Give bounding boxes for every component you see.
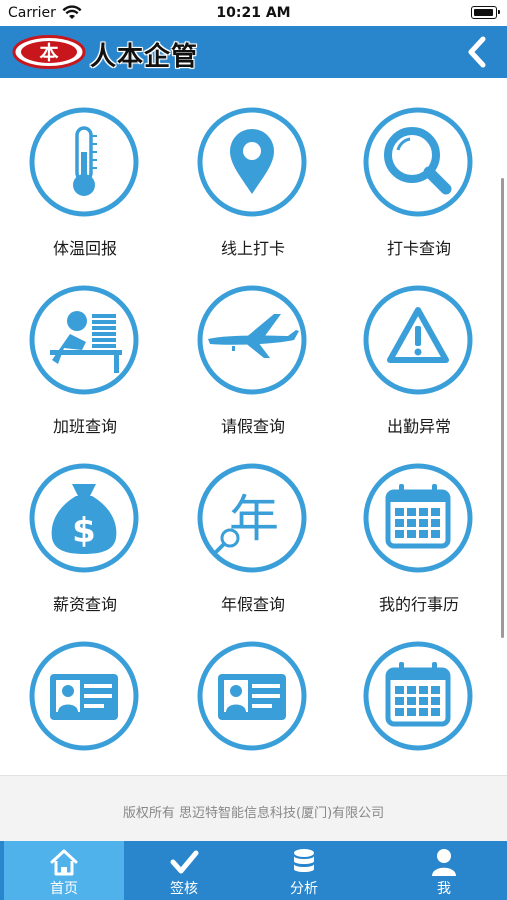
airplane-icon (197, 285, 307, 395)
calendar-icon (363, 641, 473, 751)
app-title: 人本企管 (90, 42, 199, 72)
database-icon (294, 849, 314, 872)
annual-leave-icon: 年 (197, 463, 307, 573)
menu-item-id-card[interactable] (168, 612, 338, 775)
battery-icon (471, 6, 500, 19)
tab-me[interactable]: 我 (384, 841, 504, 900)
menu-item-my-calendar[interactable]: 我的行事历 (334, 434, 504, 614)
menu-item-attendance-exception[interactable]: 出勤异常 (334, 256, 504, 436)
tab-home[interactable]: 首页 (4, 841, 124, 900)
money-bag-icon: $ (29, 463, 139, 573)
home-icon (50, 849, 78, 876)
menu-item-overtime-query[interactable]: 加班查询 (0, 256, 170, 436)
menu-item-temperature[interactable]: 体温回报 (0, 78, 170, 258)
menu-grid: 体温回报 线上打卡 打卡查询 加班查询 请假查询 出勤异常 $ 薪资查询 年 年… (0, 78, 507, 775)
tab-label: 我 (437, 881, 451, 897)
id-card-icon (29, 641, 139, 751)
tab-label: 签核 (170, 881, 198, 897)
menu-item-calendar[interactable] (334, 612, 504, 775)
user-icon (432, 849, 456, 876)
menu-item-online-clock-in[interactable]: 线上打卡 (168, 78, 338, 258)
location-pin-icon (197, 107, 307, 217)
overtime-desk-icon (29, 285, 139, 395)
tab-label: 首页 (50, 881, 78, 897)
status-bar: Carrier 10:21 AM (0, 0, 507, 26)
menu-item-annual-leave-query[interactable]: 年 年假查询 (168, 434, 338, 614)
tab-bar: 首页 签核 分析 我 (0, 841, 507, 900)
menu-item-salary-query[interactable]: $ 薪资查询 (0, 434, 170, 614)
svg-text:本: 本 (39, 41, 58, 64)
company-logo: 本 (12, 35, 86, 69)
clock: 10:21 AM (216, 5, 291, 21)
thermometer-icon (29, 107, 139, 217)
app-header: 本 人本企管 (0, 26, 507, 78)
svg-text:$: $ (72, 511, 96, 551)
tab-label: 分析 (290, 881, 318, 897)
calendar-icon (363, 463, 473, 573)
copyright-text: 版权所有 思迈特智能信息科技(厦门)有限公司 (122, 806, 385, 821)
magnifier-icon (363, 107, 473, 217)
checkmark-icon (170, 850, 199, 874)
warning-icon (363, 285, 473, 395)
menu-item-leave-query[interactable]: 请假查询 (168, 256, 338, 436)
copyright-footer: 版权所有 思迈特智能信息科技(厦门)有限公司 (0, 775, 507, 841)
tab-approval[interactable]: 签核 (124, 841, 244, 900)
id-card-icon (197, 641, 307, 751)
tab-analysis[interactable]: 分析 (244, 841, 364, 900)
menu-item-id-card[interactable] (0, 612, 170, 775)
chevron-left-icon[interactable] (463, 34, 491, 70)
menu-item-clock-in-query[interactable]: 打卡查询 (334, 78, 504, 258)
